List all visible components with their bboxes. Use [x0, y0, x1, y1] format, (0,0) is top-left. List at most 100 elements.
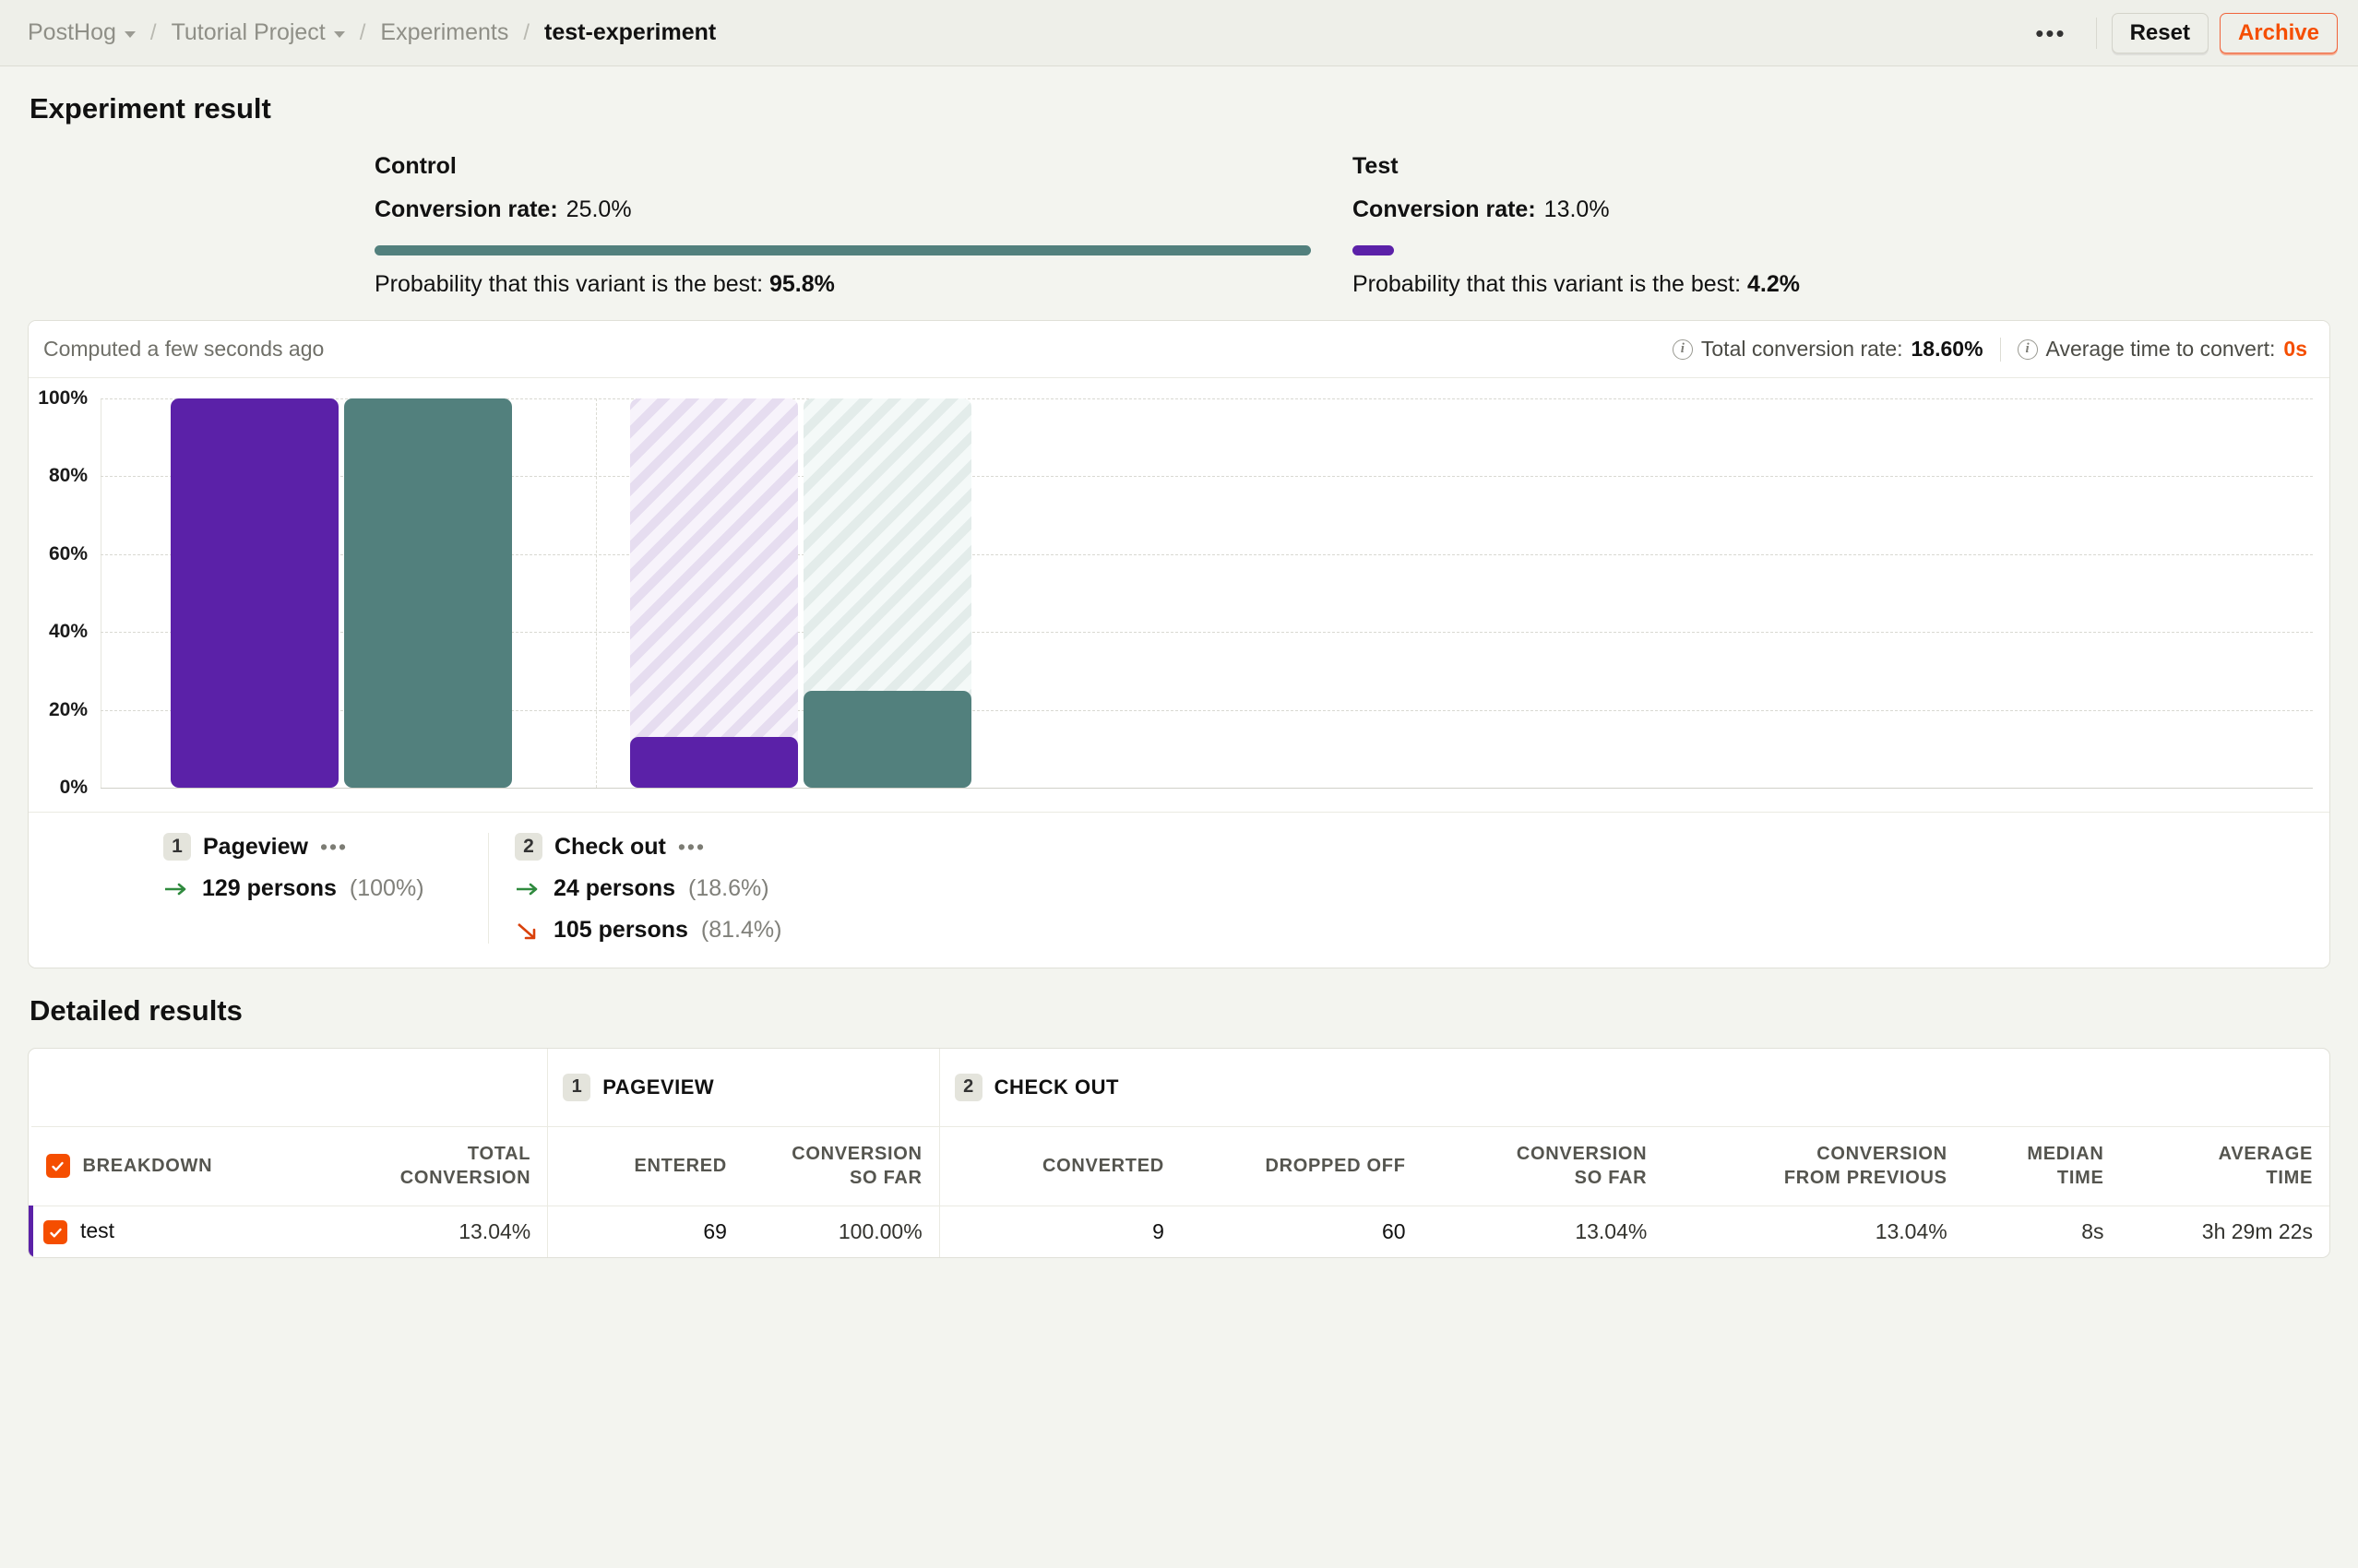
funnel-header-stats: i Total conversion rate: 18.60% i Averag… — [1672, 337, 2307, 362]
column-header-dropped-off[interactable]: DROPPED OFF — [1180, 1126, 1423, 1206]
conversion-rate-label: Conversion rate: — [1352, 196, 1536, 222]
column-header-label-line1: CONVERSION — [1516, 1143, 1648, 1164]
cell-conversion-so-far-2: 13.04% — [1575, 1218, 1648, 1243]
probability-bar-fill — [1352, 245, 1394, 255]
bar-control-check-out[interactable] — [804, 690, 971, 788]
cell-breakdown[interactable]: test — [29, 1206, 358, 1257]
funnel-step-header: 2 Check out ••• — [515, 833, 811, 861]
funnel-chart: 0% 20% 40% 60% 80% 100% — [29, 378, 2329, 812]
step-options-button[interactable]: ••• — [678, 835, 706, 860]
bar-test-pageview[interactable] — [171, 398, 339, 788]
breadcrumb-label: Experiments — [380, 19, 509, 45]
breadcrumb-label: Tutorial Project — [171, 19, 326, 45]
funnel-chart-card: Computed a few seconds ago i Total conve… — [28, 320, 2330, 968]
average-time-value: 0s — [2283, 337, 2307, 361]
step-options-button[interactable]: ••• — [320, 835, 348, 860]
funnel-step-header: 1 Pageview ••• — [163, 833, 460, 861]
bar-control-pageview[interactable] — [344, 398, 512, 788]
column-header-conversion-so-far-1[interactable]: CONVERSION SO FAR — [743, 1126, 940, 1206]
table-column-header-row: BREAKDOWN TOTAL CONVERSION ENTERED CONVE… — [30, 1126, 2329, 1206]
breadcrumb-posthog[interactable]: PostHog — [28, 19, 136, 46]
breadcrumb-separator: / — [359, 19, 366, 45]
info-icon[interactable]: i — [2017, 339, 2038, 360]
group-header-label: PAGEVIEW — [602, 1075, 715, 1099]
archive-button[interactable]: Archive — [2219, 12, 2338, 53]
cell-median-time: 8s — [2081, 1218, 2104, 1243]
step-converted-metric: 24 persons (18.6%) — [515, 875, 811, 902]
variant-name: Test — [1352, 153, 1399, 179]
cell-total-conversion: 13.04% — [458, 1218, 531, 1243]
step-number-badge: 1 — [563, 1073, 591, 1101]
table-group-header-row: 1 PAGEVIEW 2 CHECK OUT — [30, 1049, 2329, 1127]
y-axis-tick-label: 0% — [59, 777, 88, 798]
variant-probability: Probability that this variant is the bes… — [375, 271, 1352, 298]
conversion-rate-value: 25.0% — [566, 196, 632, 222]
total-conversion-rate-stat: i Total conversion rate: 18.60% — [1672, 337, 1983, 362]
variant-card-test: Test Conversion rate: 13.0% Probability t… — [1352, 153, 2330, 298]
detailed-results-title: Detailed results — [30, 994, 243, 1027]
breadcrumb-project[interactable]: Tutorial Project — [172, 19, 345, 46]
row-name: test — [80, 1218, 115, 1243]
average-time-label: Average time to convert: — [2045, 337, 2276, 361]
group-header-blank — [30, 1049, 548, 1127]
chevron-down-icon — [124, 31, 136, 38]
row-checkbox[interactable] — [43, 1220, 67, 1245]
variant-conversion-rate: Conversion rate: 25.0% — [375, 196, 1352, 223]
arrow-down-right-icon — [518, 922, 536, 939]
stat-divider — [1999, 337, 2001, 362]
probability-label: Probability that this variant is the bes… — [375, 271, 764, 297]
cell-dropped-off: 60 — [1382, 1218, 1406, 1243]
converted-count: 24 persons — [554, 875, 676, 901]
column-header-entered[interactable]: ENTERED — [547, 1126, 744, 1206]
reset-button[interactable]: Reset — [2111, 12, 2209, 53]
column-header-breakdown[interactable]: BREAKDOWN — [30, 1126, 358, 1206]
y-axis-tick-label: 60% — [48, 542, 88, 564]
info-icon[interactable]: i — [1672, 339, 1693, 360]
y-axis-labels: 0% 20% 40% 60% 80% 100% — [29, 387, 95, 798]
group-header-label: CHECK OUT — [994, 1075, 1119, 1099]
cell-entered: 69 — [547, 1206, 744, 1257]
converted-count: 129 persons — [202, 875, 337, 901]
column-header-label: CONVERTED — [1042, 1155, 1164, 1176]
breakdown-select-all-checkbox[interactable] — [45, 1154, 70, 1179]
more-options-button[interactable]: ••• — [2020, 16, 2080, 51]
breadcrumb-current-experiment[interactable]: test-experiment — [544, 19, 716, 46]
breadcrumb-separator: / — [523, 19, 530, 45]
variant-conversion-rate: Conversion rate: 13.0% — [1352, 196, 2330, 223]
step-number-badge: 2 — [515, 833, 542, 861]
column-header-label-line2: SO FAR — [850, 1168, 923, 1188]
column-header-average-time[interactable]: AVERAGE TIME — [2120, 1126, 2329, 1206]
column-header-label: DROPPED OFF — [1265, 1155, 1406, 1176]
breadcrumb-experiments[interactable]: Experiments — [380, 19, 508, 46]
table-row[interactable]: test 13.04% 69 100.00% 9 60 13.04% 13.04… — [29, 1206, 2330, 1257]
bar-background-test — [630, 398, 798, 788]
probability-label: Probability that this variant is the bes… — [1352, 271, 1742, 297]
step-name: Check out — [554, 833, 666, 860]
toolbar-divider — [2095, 17, 2097, 49]
column-header-total-conversion[interactable]: TOTAL CONVERSION — [357, 1126, 548, 1206]
conversion-rate-label: Conversion rate: — [375, 196, 558, 222]
column-header-conversion-so-far-2[interactable]: CONVERSION SO FAR — [1422, 1126, 1664, 1206]
probability-value: 4.2% — [1747, 271, 1800, 297]
column-header-conversion-from-previous[interactable]: CONVERSION FROM PREVIOUS — [1663, 1126, 1964, 1206]
arrow-right-icon — [517, 883, 538, 895]
group-header-checkout: 2 CHECK OUT — [938, 1049, 2329, 1127]
column-header-median-time[interactable]: MEDIAN TIME — [1963, 1126, 2121, 1206]
arrow-right-icon — [165, 883, 186, 895]
group-header-pageview: 1 PAGEVIEW — [547, 1049, 940, 1127]
y-axis-tick-label: 80% — [48, 465, 88, 487]
converted-percent: (18.6%) — [688, 875, 769, 901]
funnel-step-2: 2 Check out ••• 24 persons (18.6%) 105 p… — [488, 833, 839, 944]
cell-average-time: 3h 29m 22s — [2201, 1218, 2313, 1243]
y-axis-tick-label: 20% — [48, 698, 88, 720]
computed-timestamp: Computed a few seconds ago — [43, 337, 325, 361]
column-header-label-line1: TOTAL — [467, 1143, 531, 1164]
probability-value: 95.8% — [769, 271, 835, 297]
bar-test-check-out[interactable] — [630, 736, 798, 788]
breadcrumb: PostHog / Tutorial Project / Experiments… — [28, 19, 2020, 46]
variant-card-control: Control Conversion rate: 25.0% Probabilit… — [375, 153, 1352, 298]
breadcrumb-separator: / — [149, 19, 157, 45]
page-content: Experiment result Control Conversion rat… — [0, 92, 2358, 1258]
column-header-converted[interactable]: CONVERTED — [938, 1126, 1181, 1206]
column-header-label: BREAKDOWN — [82, 1155, 213, 1176]
